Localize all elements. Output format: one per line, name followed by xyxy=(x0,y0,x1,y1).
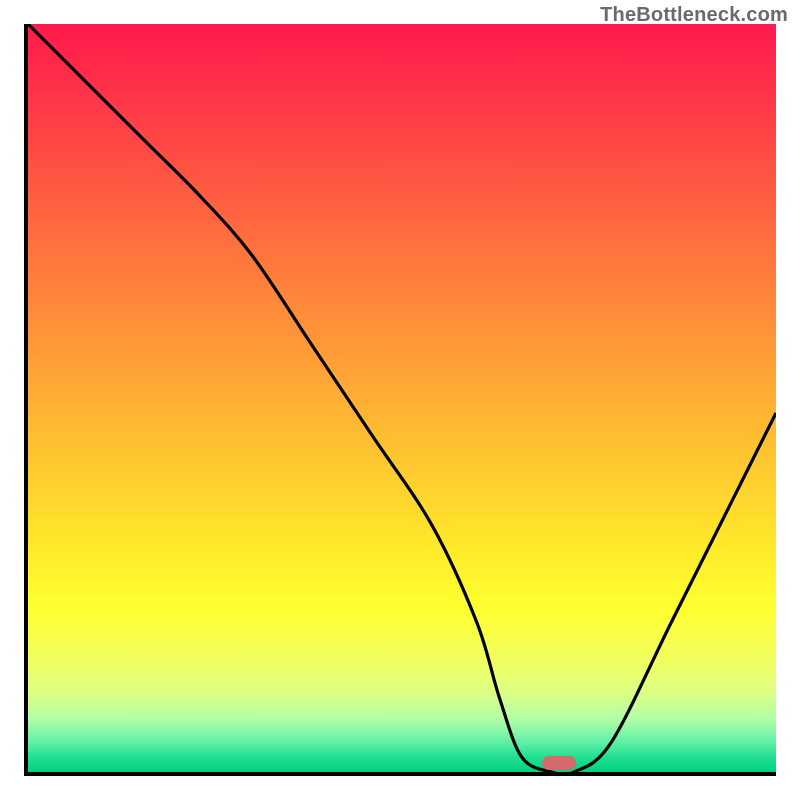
bottleneck-curve-path xyxy=(28,24,776,772)
chart-container: TheBottleneck.com xyxy=(0,0,800,800)
optimal-point-marker xyxy=(542,756,576,770)
watermark-text: TheBottleneck.com xyxy=(600,4,788,27)
chart-curve-svg xyxy=(28,24,776,772)
plot-area xyxy=(24,24,776,776)
